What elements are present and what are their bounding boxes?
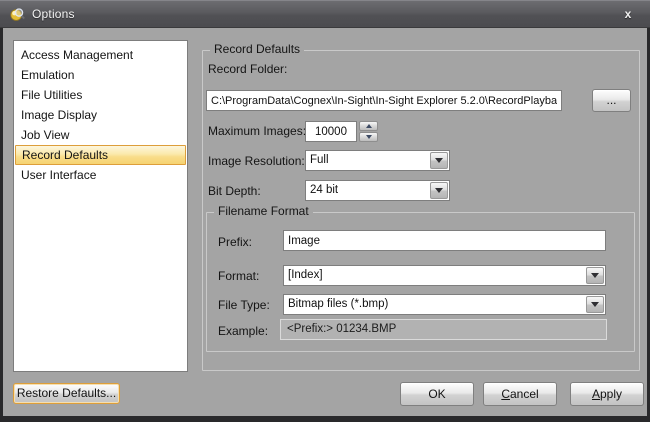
arrow-down-icon[interactable] [359,132,378,142]
chevron-down-icon[interactable] [430,152,448,169]
example-value: <Prefix:> 01234.BMP [280,319,607,340]
record-defaults-group-label: Record Defaults [210,42,304,56]
maximum-images-label: Maximum Images: [208,124,306,138]
restore-defaults-button[interactable]: Restore Defaults... [13,383,120,404]
image-resolution-value: Full [310,151,427,170]
file-type-label: File Type: [218,298,270,312]
options-dialog: Options x Access Management Emulation Fi… [0,0,650,422]
chevron-down-icon[interactable] [430,182,448,199]
browse-button[interactable]: ... [592,89,631,112]
bit-depth-value: 24 bit [310,181,427,200]
chevron-down-icon[interactable] [586,296,604,313]
sidebar-item-emulation[interactable]: Emulation [14,65,187,85]
sidebar-item-user-interface[interactable]: User Interface [14,165,187,185]
example-label: Example: [218,324,268,338]
record-folder-input[interactable] [206,90,562,111]
prefix-input[interactable] [283,230,606,251]
dialog-content: Access Management Emulation File Utiliti… [3,28,647,416]
arrow-up-icon[interactable] [359,121,378,131]
category-list: Access Management Emulation File Utiliti… [13,40,188,372]
filename-format-group-label: Filename Format [214,204,313,218]
format-label: Format: [218,269,259,283]
sidebar-item-file-utilities[interactable]: File Utilities [14,85,187,105]
options-app-icon [9,6,26,23]
sidebar-item-record-defaults[interactable]: Record Defaults [15,145,186,165]
sidebar-item-image-display[interactable]: Image Display [14,105,187,125]
maximum-images-input[interactable] [305,121,357,142]
apply-button[interactable]: Apply [570,382,644,406]
title-bar[interactable]: Options x [0,0,650,28]
maximum-images-stepper [359,121,378,142]
close-icon[interactable]: x [619,6,637,22]
cancel-button[interactable]: Cancel [483,382,557,406]
window-title: Options [32,7,75,21]
format-value: [Index] [288,266,583,285]
file-type-select[interactable]: Bitmap files (*.bmp) [283,294,606,315]
bit-depth-select[interactable]: 24 bit [305,180,450,201]
sidebar-item-job-view[interactable]: Job View [14,125,187,145]
chevron-down-icon[interactable] [586,267,604,284]
format-select[interactable]: [Index] [283,265,606,286]
image-resolution-select[interactable]: Full [305,150,450,171]
prefix-label: Prefix: [218,235,252,249]
sidebar-item-access-management[interactable]: Access Management [14,45,187,65]
bit-depth-label: Bit Depth: [208,184,261,198]
record-folder-label: Record Folder: [208,62,287,76]
file-type-value: Bitmap files (*.bmp) [288,295,583,314]
image-resolution-label: Image Resolution: [208,154,305,168]
ok-button[interactable]: OK [400,382,474,406]
